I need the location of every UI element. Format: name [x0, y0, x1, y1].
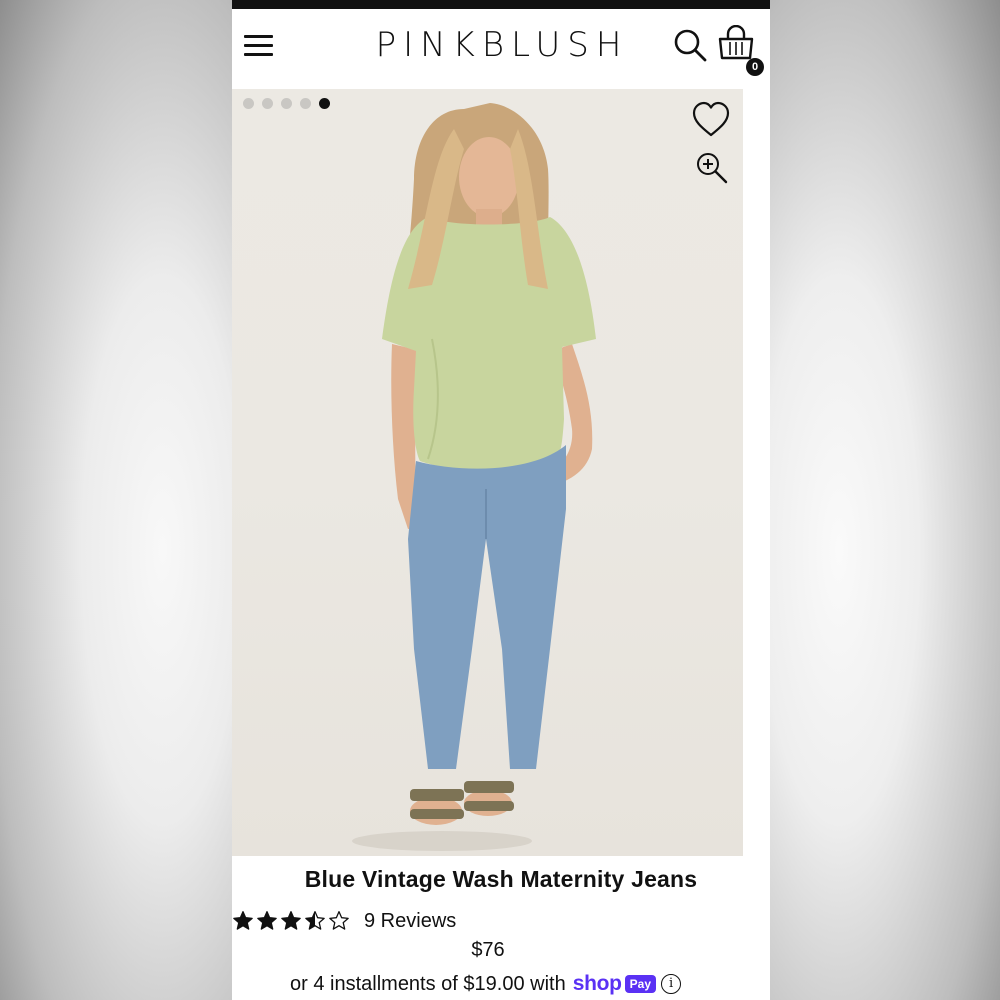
menu-icon[interactable] [244, 33, 274, 57]
shop-pay-badge: Pay [624, 975, 657, 993]
product-price: $76 [471, 939, 505, 961]
zoom-in-icon[interactable] [695, 151, 729, 185]
pagination-dot[interactable] [300, 98, 311, 109]
star-icon [233, 911, 253, 930]
info-icon[interactable]: i [661, 974, 682, 994]
product-rating[interactable]: 9 Reviews [232, 906, 456, 936]
product-title: Blue Vintage Wash Maternity Jeans [304, 866, 698, 892]
search-icon[interactable] [672, 27, 708, 63]
pagination-dot[interactable] [262, 98, 273, 109]
pagination-dot[interactable] [281, 98, 292, 109]
brand-logo[interactable]: PINKBLUSH [352, 25, 652, 65]
status-bar [232, 0, 770, 9]
background-right [770, 0, 1000, 1000]
product-photo [352, 103, 596, 851]
star-rating [232, 910, 350, 932]
star-icon [257, 911, 277, 930]
image-pagination [243, 98, 330, 109]
shopping-bag-icon[interactable]: 0 [716, 24, 768, 76]
product-image-gallery[interactable] [232, 89, 743, 856]
pagination-dot[interactable] [243, 98, 254, 109]
reviews-link[interactable]: 9 Reviews [364, 910, 456, 933]
cart-count-badge: 0 [746, 58, 764, 76]
installments-info: or 4 installments of $19.00 with shop Pa… [290, 970, 682, 998]
shop-pay-logo: shop [572, 972, 622, 995]
star-icon [329, 911, 349, 930]
star-icon [305, 911, 325, 930]
product-page: PINKBLUSH 0 Blue Vintage Wash Maternity … [232, 0, 770, 1000]
site-header: PINKBLUSH 0 [232, 9, 770, 89]
pagination-dot[interactable] [319, 98, 330, 109]
heart-icon[interactable] [691, 101, 731, 139]
installments-text: or 4 installments of $19.00 with [290, 972, 566, 995]
star-icon [281, 911, 301, 930]
background-left [0, 0, 232, 1000]
